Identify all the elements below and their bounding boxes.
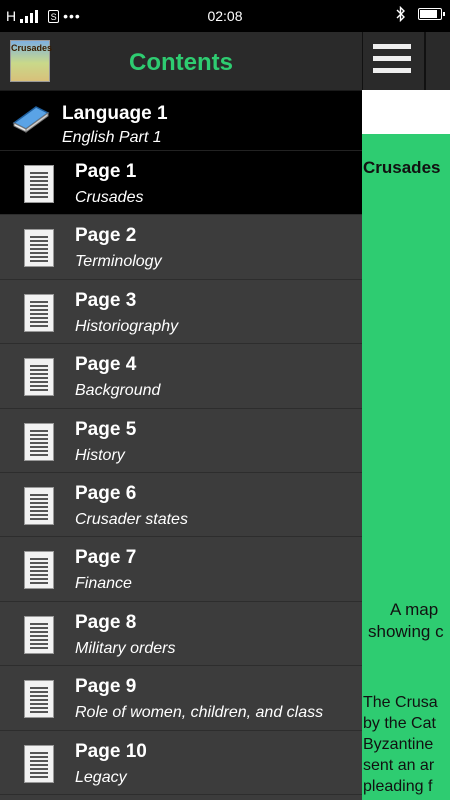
content-body-line: sent an ar: [363, 757, 435, 774]
drawer-item-title: Page 10: [75, 740, 147, 762]
content-body-line: Byzantine: [363, 736, 434, 753]
navigation-drawer: Crusades Contents Language 1 English Par…: [0, 32, 362, 800]
drawer-item-page-9[interactable]: Page 9 Role of women, children, and class: [0, 666, 362, 731]
book-icon: [12, 106, 50, 133]
drawer-item-subtitle: Role of women, children, and class: [75, 704, 324, 722]
document-icon: [24, 165, 54, 203]
drawer-item-page-7[interactable]: Page 7 Finance: [0, 537, 362, 602]
drawer-item-subtitle: Military orders: [75, 639, 176, 657]
drawer-item-page-5[interactable]: Page 5 History: [0, 409, 362, 473]
drawer-item-title: Page 1: [75, 161, 137, 182]
drawer-item-subtitle: Finance: [75, 575, 132, 593]
drawer-item-page-1[interactable]: Page 1 Crusades: [0, 151, 362, 216]
drawer-item-subtitle: Legacy: [75, 768, 127, 786]
image-caption: A map showing c: [362, 600, 450, 642]
drawer-item-page-8[interactable]: Page 8 Military orders: [0, 602, 362, 667]
drawer-item-subtitle: Historiography: [75, 317, 179, 335]
content-background: [362, 32, 450, 800]
drawer-item-page-10[interactable]: Page 10 Legacy: [0, 731, 362, 795]
status-time: 02:08: [207, 8, 243, 24]
caption-line-2: showing c: [368, 622, 444, 641]
language-title: Language 1: [62, 103, 168, 124]
battery-icon: [418, 8, 445, 20]
status-right: [396, 6, 445, 22]
drawer-item-subtitle: Terminology: [75, 253, 162, 271]
document-icon: [24, 358, 54, 397]
drawer-title: Contents: [129, 49, 233, 76]
drawer-item-subtitle: History: [75, 446, 125, 464]
drawer-item-title: Page 4: [75, 354, 137, 376]
caption-line-1: A map: [390, 600, 439, 619]
content-toolbar: [362, 90, 450, 134]
document-icon: [24, 551, 54, 590]
drawer-item-page-6[interactable]: Page 6 Crusader states: [0, 473, 362, 538]
document-icon: [24, 744, 54, 783]
document-icon: [24, 293, 54, 332]
drawer-item-title: Page 9: [75, 676, 137, 698]
bluetooth-icon: [396, 6, 405, 22]
drawer-item-title: Page 6: [75, 482, 137, 504]
language-selector[interactable]: Language 1 English Part 1: [0, 91, 362, 151]
content-title: Crusades: [363, 158, 441, 177]
drawer-item-page-3[interactable]: Page 3 Historiography: [0, 280, 362, 345]
drawer-item-title: Page 7: [75, 547, 137, 569]
page-list: Page 1 Crusades Page 2 Terminology Page 3 His…: [0, 151, 362, 795]
content-body-line: by the Cat: [363, 715, 436, 732]
document-icon: [24, 229, 54, 268]
main-app-bar: [362, 32, 450, 90]
drawer-item-page-4[interactable]: Page 4 Background: [0, 344, 362, 409]
drawer-item-title: Page 5: [75, 418, 137, 440]
document-icon: [24, 486, 54, 525]
app-bar-divider: [424, 32, 426, 90]
content-body: The Crusa by the Cat Byzantine sent an ar pl…: [363, 692, 450, 797]
menu-icon[interactable]: [373, 44, 411, 78]
drawer-item-subtitle: Background: [75, 382, 161, 400]
content-body-line: The Crusa: [363, 694, 438, 711]
language-subtitle: English Part 1: [62, 129, 162, 146]
drawer-header: Crusades Contents: [0, 32, 362, 91]
drawer-item-title: Page 2: [75, 225, 137, 247]
drawer-item-page-2[interactable]: Page 2 Terminology: [0, 215, 362, 280]
drawer-item-title: Page 8: [75, 611, 137, 633]
content-body-line: pleading f: [363, 778, 433, 795]
document-icon: [24, 680, 54, 719]
drawer-item-subtitle: Crusader states: [75, 510, 188, 528]
status-bar: H S ••• 02:08: [0, 0, 450, 32]
document-icon: [24, 615, 54, 654]
document-icon: [24, 422, 54, 461]
drawer-item-title: Page 3: [75, 289, 137, 311]
drawer-item-subtitle: Crusades: [75, 189, 144, 206]
